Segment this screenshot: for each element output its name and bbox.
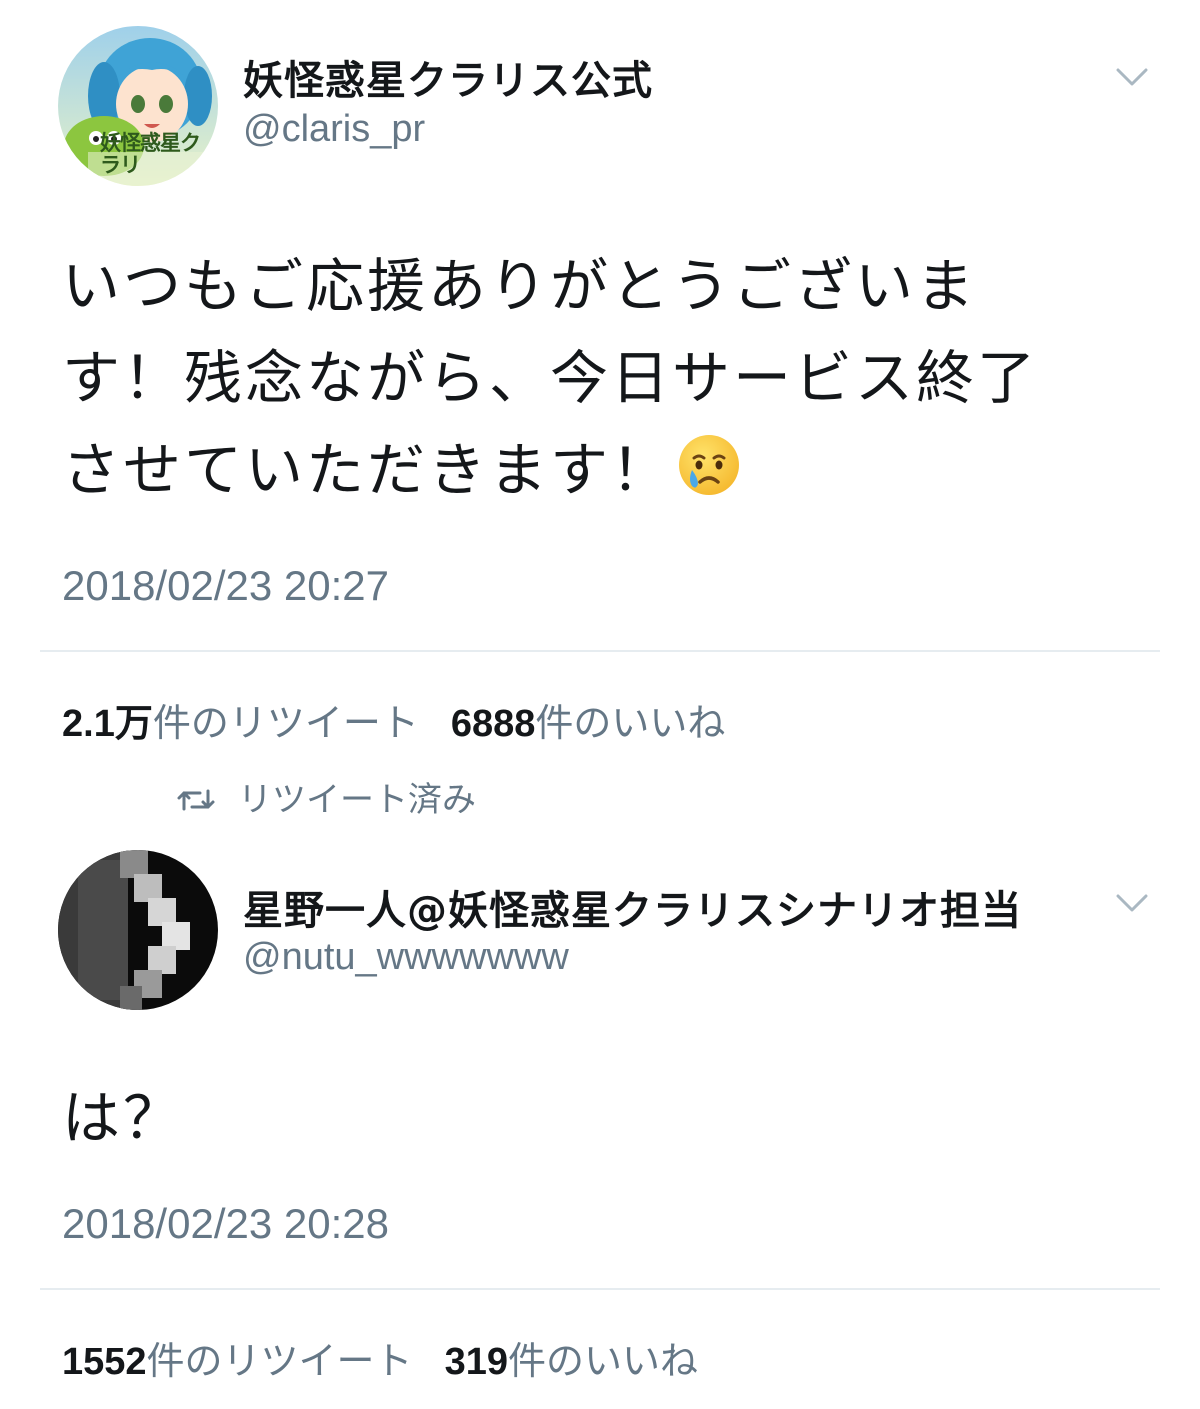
avatar-claris[interactable]: 妖怪惑星クラリ: [58, 26, 218, 186]
like-stat[interactable]: 6888件のいいね: [451, 701, 726, 745]
tweet-stats: 1552件のリツイート 319件のいいね: [62, 1330, 698, 1385]
retweet-stat[interactable]: 1552件のリツイート: [62, 1339, 413, 1383]
retweet-icon: [177, 789, 215, 811]
tweet-text-line: させていただきます！: [62, 424, 1172, 516]
divider: [40, 1288, 1160, 1290]
retweet-stat[interactable]: 2.1万件のリツイート: [62, 701, 419, 745]
retweeted-label: リツイート済み: [238, 780, 476, 820]
tweet-text: いつもご応援ありがとうございま す！残念ながら、今日サービス終了 させていただき…: [62, 240, 1172, 516]
display-name[interactable]: 星野一人@妖怪惑星クラリスシナリオ担当: [243, 878, 1022, 936]
like-stat[interactable]: 319件のいいね: [445, 1339, 698, 1383]
user-handle[interactable]: @claris_pr: [243, 108, 425, 151]
divider: [40, 650, 1160, 652]
tweet-text-line: いつもご応援ありがとうございま: [62, 252, 978, 320]
avatar-hoshino[interactable]: [58, 850, 218, 1010]
tweet-timestamp[interactable]: 2018/02/23 20:27: [62, 562, 389, 610]
tweet-stats: 2.1万件のリツイート 6888件のいいね: [62, 692, 725, 747]
tweet-text: は？: [62, 1084, 185, 1152]
retweeted-indicator: リツイート済み: [176, 772, 476, 821]
crying-face-icon: [679, 435, 740, 495]
user-handle[interactable]: @nutu_wwwwwww: [243, 936, 569, 979]
chevron-down-icon[interactable]: [1112, 62, 1152, 92]
tweet-text-line: す！残念ながら、今日サービス終了: [62, 344, 1039, 412]
avatar-logo-text: 妖怪惑星クラリ: [100, 130, 201, 177]
tweet-timestamp[interactable]: 2018/02/23 20:28: [62, 1200, 389, 1248]
display-name[interactable]: 妖怪惑星クラリス公式: [243, 48, 653, 106]
chevron-down-icon[interactable]: [1112, 888, 1152, 918]
